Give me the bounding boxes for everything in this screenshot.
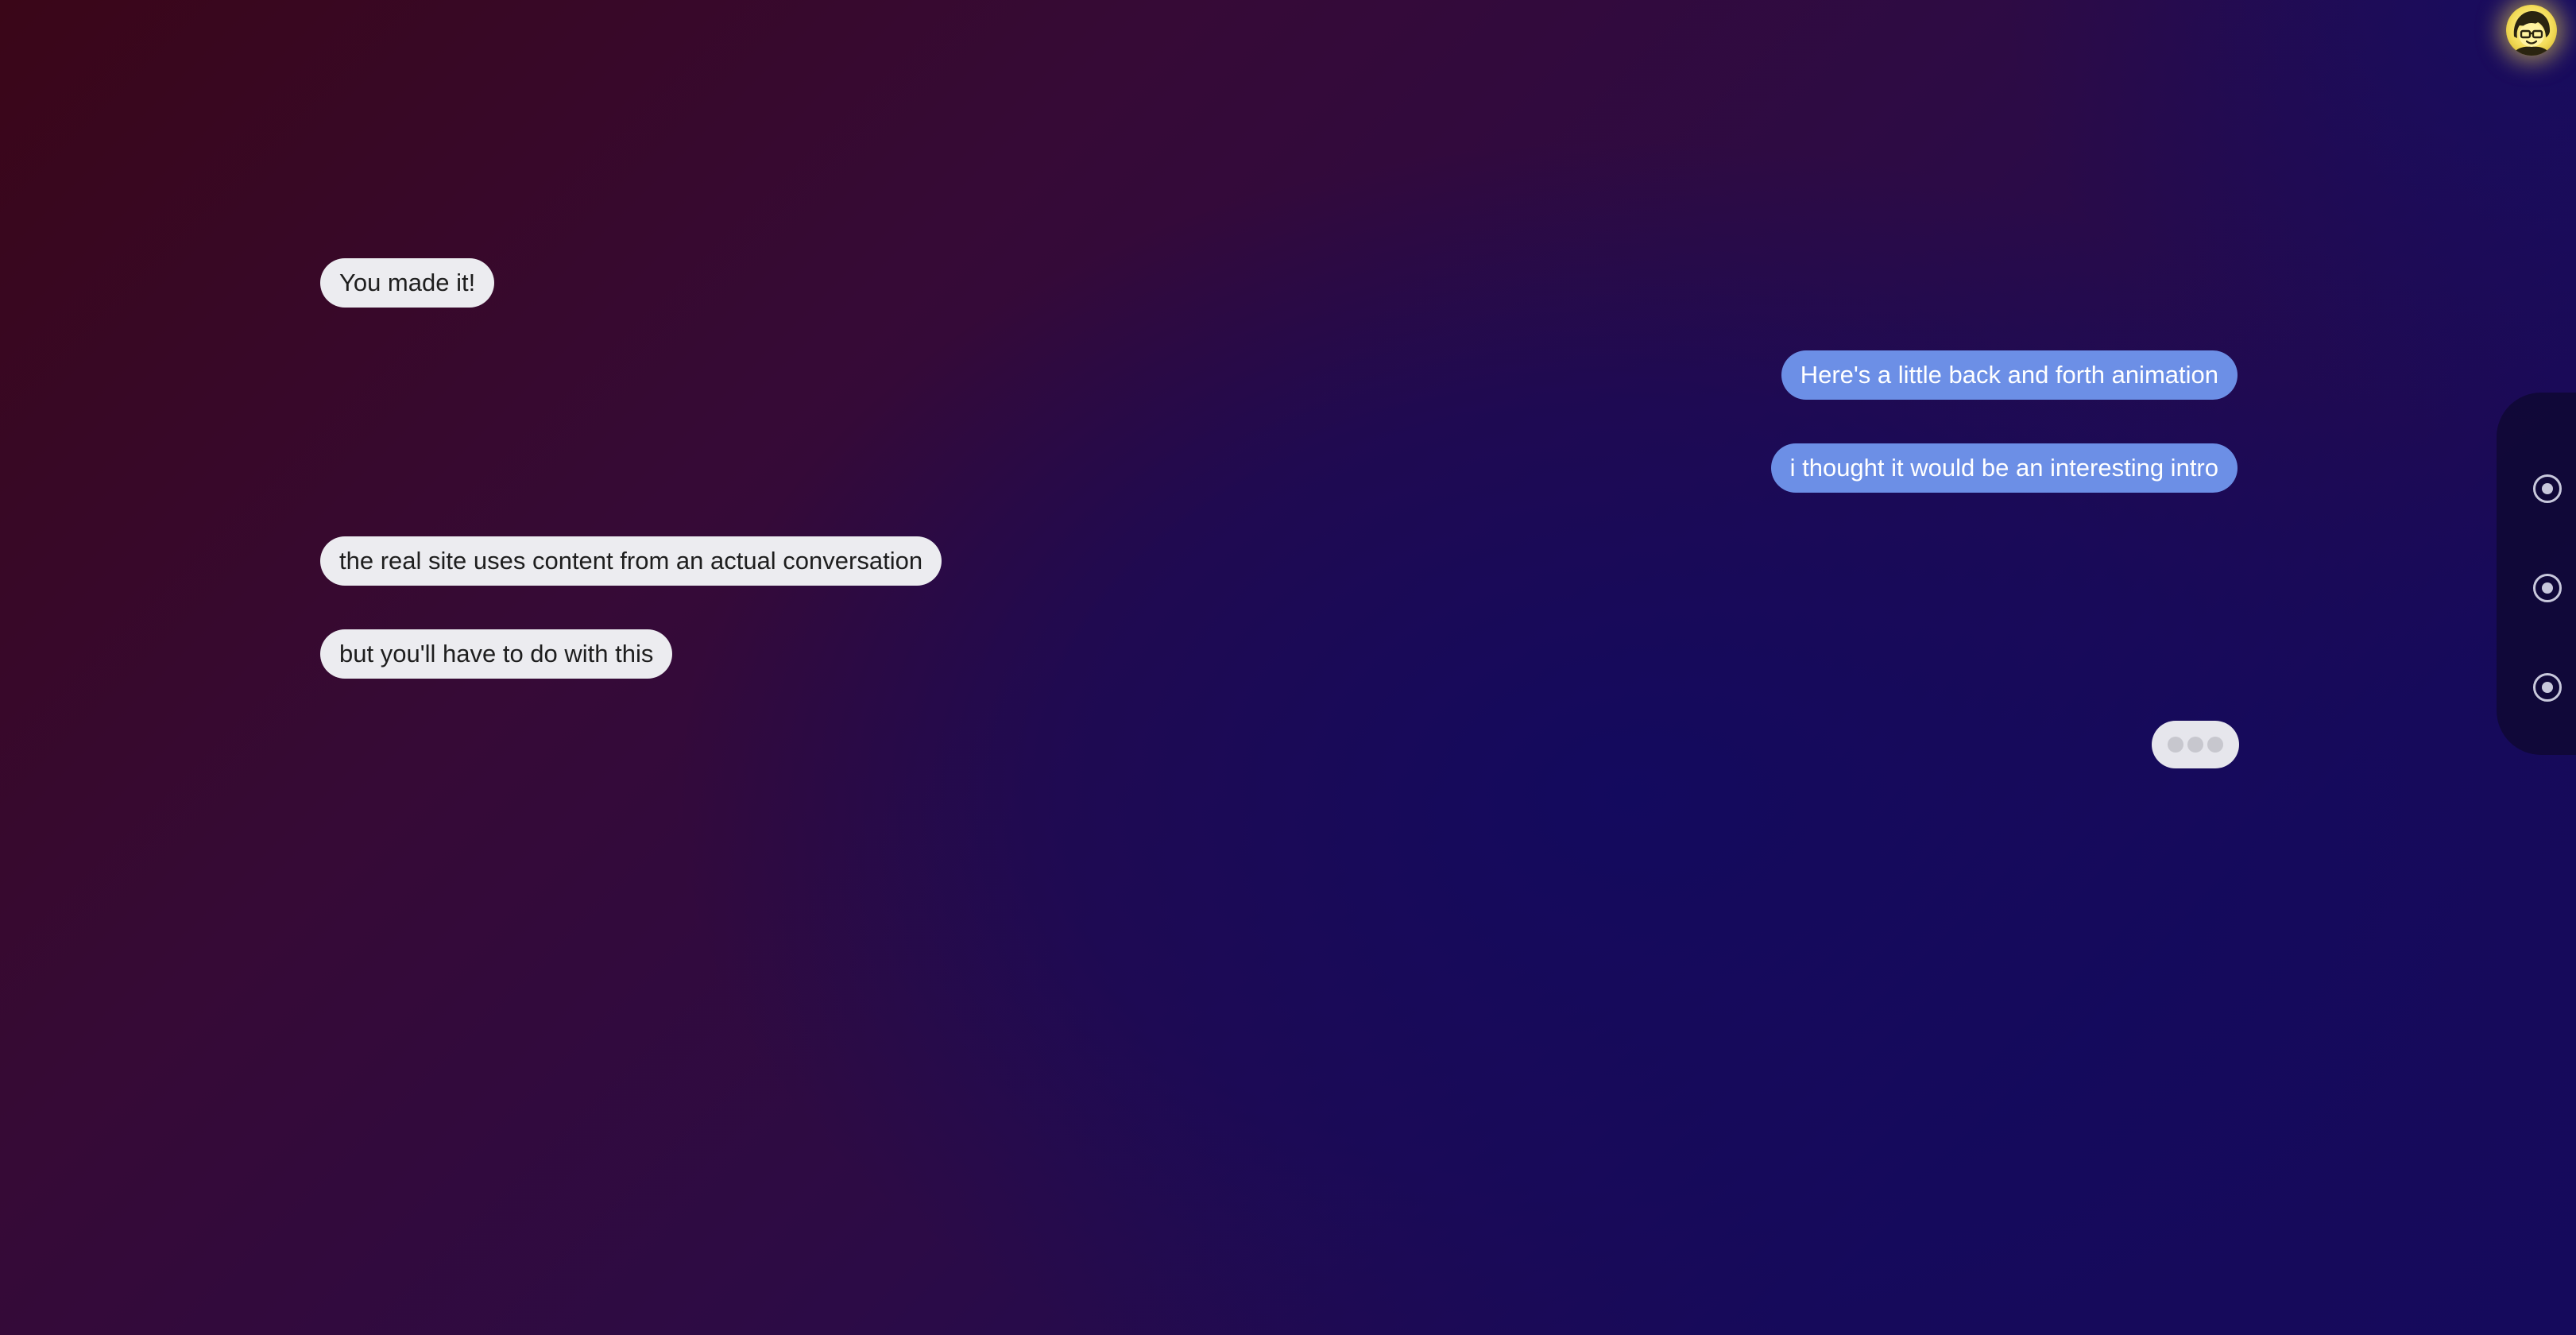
sent-message-bubble: Here's a little back and forth animation — [1781, 350, 2238, 400]
sent-message-bubble: i thought it would be an interesting int… — [1770, 443, 2238, 493]
received-message-bubble: the real site uses content from an actua… — [320, 536, 942, 586]
typing-dot — [2187, 737, 2203, 753]
typing-indicator — [2152, 721, 2239, 768]
received-message-bubble: You made it! — [320, 258, 495, 308]
typing-dot — [2207, 737, 2223, 753]
radio-dot-icon[interactable] — [2533, 673, 2562, 702]
avatar[interactable] — [2506, 5, 2557, 56]
side-navigation — [2497, 393, 2576, 755]
chat-area: You made it! Here's a little back and fo… — [0, 0, 2576, 1335]
received-message-bubble: but you'll have to do with this — [320, 629, 673, 679]
yellow-face-icon — [2512, 11, 2551, 56]
radio-dot-icon[interactable] — [2533, 474, 2562, 503]
radio-dot-icon[interactable] — [2533, 574, 2562, 602]
typing-dot — [2168, 737, 2183, 753]
